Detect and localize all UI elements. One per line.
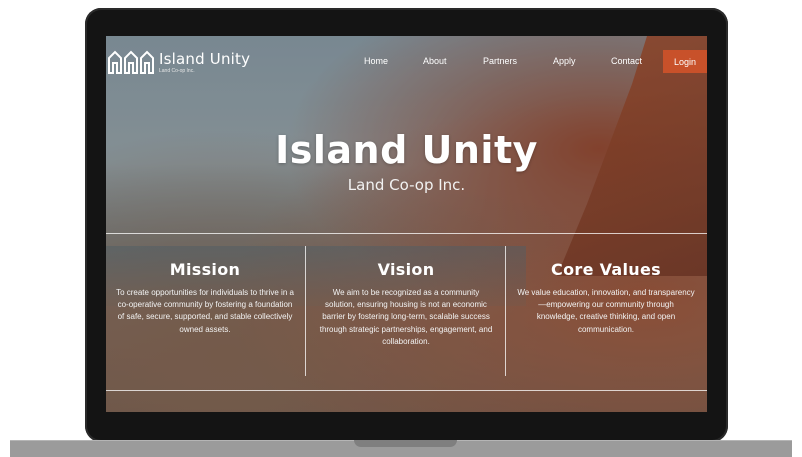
section-divider-top: [106, 233, 707, 234]
vision-heading: Vision: [377, 260, 435, 279]
core-values-section: Core Values We value education, innovati…: [511, 260, 701, 336]
nav-item-home[interactable]: Home: [364, 56, 388, 66]
core-values-heading: Core Values: [551, 260, 661, 279]
column-divider-1: [305, 246, 306, 376]
nav-item-partners[interactable]: Partners: [483, 56, 517, 66]
site-logo[interactable]: Island Unity Land Co-op Inc.: [108, 50, 250, 74]
website-screen: Island Unity Land Co-op Inc. Home About …: [106, 36, 707, 412]
laptop-notch: [354, 440, 457, 447]
vision-section: Vision We aim to be recognized as a comm…: [311, 260, 501, 348]
mission-section: Mission To create opportunities for indi…: [110, 260, 300, 336]
vision-text: We aim to be recognized as a community s…: [319, 288, 493, 346]
nav-item-apply[interactable]: Apply: [553, 56, 576, 66]
login-button[interactable]: Login: [663, 50, 707, 73]
nav-item-contact[interactable]: Contact: [611, 56, 642, 66]
core-values-text: We value education, innovation, and tran…: [517, 288, 695, 334]
hero-title: Island Unity: [275, 128, 538, 172]
houses-icon: [108, 50, 154, 74]
background-overlay: [106, 36, 707, 412]
section-divider-bottom: [106, 390, 707, 391]
top-navigation: Island Unity Land Co-op Inc. Home About …: [106, 36, 707, 86]
nav-item-about[interactable]: About: [423, 56, 447, 66]
hero-subtitle: Land Co-op Inc.: [347, 176, 466, 194]
brand-subtitle: Land Co-op Inc.: [159, 67, 195, 74]
mission-text: To create opportunities for individuals …: [116, 288, 294, 334]
mission-heading: Mission: [169, 260, 241, 279]
column-divider-2: [505, 246, 506, 376]
brand-name: Island Unity: [159, 49, 251, 68]
